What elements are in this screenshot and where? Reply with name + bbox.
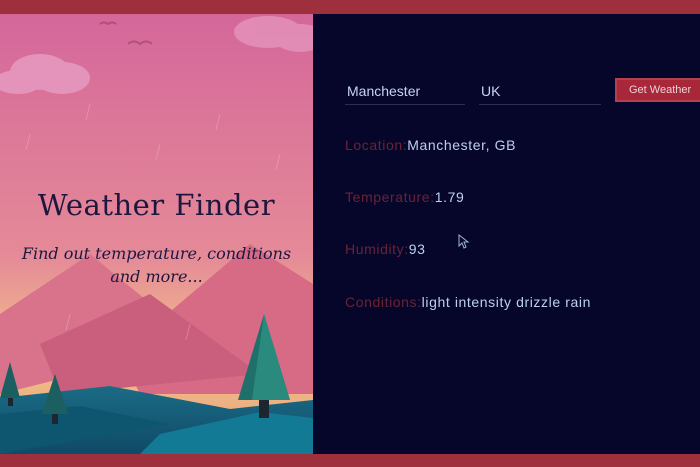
city-input[interactable] <box>345 78 465 105</box>
hero-panel: Weather Finder Find out temperature, con… <box>0 14 313 454</box>
result-location: Location:Manchester, GB <box>345 136 595 155</box>
page-subtitle: Find out temperature, conditions and mor… <box>21 244 292 286</box>
result-humidity: Humidity:93 <box>345 240 595 259</box>
result-label: Conditions: <box>345 294 422 310</box>
get-weather-button[interactable]: Get Weather <box>615 78 700 102</box>
mouse-cursor-icon <box>458 234 470 249</box>
hero-illustration <box>0 14 313 454</box>
page-title: Weather Finder <box>37 188 276 222</box>
result-label: Humidity: <box>345 241 409 257</box>
result-conditions: Conditions:light intensity drizzle rain <box>345 293 595 312</box>
result-value: light intensity drizzle rain <box>421 294 591 310</box>
result-label: Location: <box>345 137 408 153</box>
result-value: Manchester, GB <box>407 137 517 153</box>
country-input[interactable] <box>479 78 601 105</box>
app-window: Weather Finder Find out temperature, con… <box>0 14 700 454</box>
result-value: 1.79 <box>434 189 465 205</box>
result-label: Temperature: <box>345 189 435 205</box>
result-value: 93 <box>408 241 426 257</box>
weather-panel: Get Weather Location:Manchester, GB Temp… <box>313 14 700 454</box>
result-temperature: Temperature:1.79 <box>345 188 595 207</box>
